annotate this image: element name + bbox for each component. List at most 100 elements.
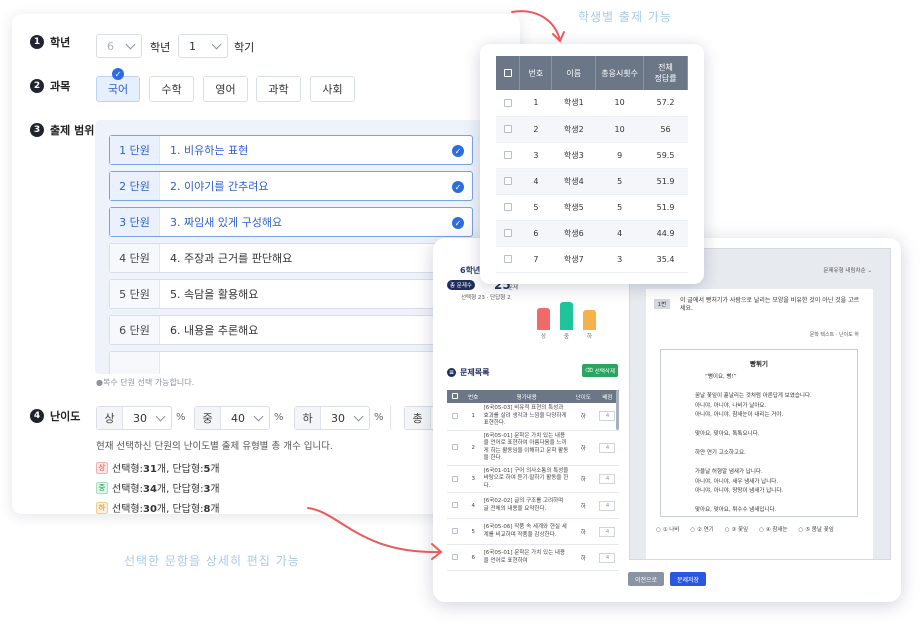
answer-choices: ○ ① 나비 ○ ② 연기 ○ ③ 꽃잎 ○ ④ 참새눈 ○ ⑤ 봄날 꽃잎: [656, 525, 834, 533]
row-checkbox[interactable]: [452, 413, 459, 419]
radio-icon[interactable]: ○: [799, 527, 804, 533]
editor-grade: 6학년: [460, 266, 481, 275]
subject-social-button[interactable]: 사회: [310, 76, 355, 102]
difficulty-level-name: 중: [195, 407, 221, 429]
student-name: 학생7: [551, 246, 596, 273]
row-checkbox-cell[interactable]: [496, 246, 520, 273]
row-checkbox-cell[interactable]: [447, 403, 464, 431]
score-input[interactable]: 4: [599, 500, 616, 511]
question-row[interactable]: 5 [6국05-06] 작품 속 세계와 현실 세계를 비교하며 작품을 감상한다…: [447, 518, 619, 545]
row-checkbox[interactable]: [503, 203, 512, 211]
semester-unit: 학기: [234, 41, 255, 54]
student-row[interactable]: 5 학생5 5 51.9: [496, 194, 688, 221]
row-checkbox-cell[interactable]: [496, 142, 520, 169]
grade-select[interactable]: 6: [96, 34, 142, 58]
select-all-cell[interactable]: [447, 390, 464, 403]
row-checkbox-cell[interactable]: [447, 430, 464, 466]
row-checkbox[interactable]: [503, 98, 512, 107]
unit-number: 1 단원: [110, 136, 160, 164]
difficulty-mid-select[interactable]: 중 40: [194, 406, 270, 430]
semester-select[interactable]: 1: [178, 34, 228, 58]
question-text[interactable]: 이 글에서 빵처기가 사람으로 날리는 모양을 비유한 것이 아닌 것을 고르세…: [680, 297, 860, 313]
level-tag-high: 상: [96, 461, 108, 474]
row-checkbox[interactable]: [503, 255, 512, 263]
row-checkbox[interactable]: [503, 177, 512, 185]
passage-line: “뻥이요, 뻥!”: [705, 374, 737, 380]
score-input[interactable]: 4: [599, 411, 616, 422]
row-checkbox[interactable]: [452, 502, 459, 509]
annotation-top: 학생별 출제 가능: [578, 10, 672, 24]
row-checkbox[interactable]: [452, 554, 459, 561]
difficulty-low-select[interactable]: 하 30: [294, 406, 370, 430]
radio-icon[interactable]: ○: [690, 527, 695, 533]
unit-item-4[interactable]: 4 단원 4. 주장과 근거를 판단해요: [109, 243, 473, 273]
answer-choice[interactable]: ○ ③ 꽃잎: [725, 525, 748, 533]
student-row[interactable]: 4 학생4 5 51.9: [496, 168, 688, 195]
question-list-scrollbar[interactable]: [616, 390, 619, 430]
difficulty-description: 현재 선택하신 단원의 난이도별 출제 유형별 총 개수 입니다.: [96, 441, 333, 452]
radio-icon[interactable]: ○: [759, 527, 764, 533]
radio-icon[interactable]: ○: [725, 527, 730, 533]
row-checkbox[interactable]: [452, 475, 459, 482]
row-checkbox[interactable]: [452, 444, 459, 451]
divider: [390, 406, 391, 430]
prev-button[interactable]: 이전으로: [628, 572, 664, 586]
score-input[interactable]: 4: [599, 473, 616, 484]
row-checkbox-cell[interactable]: [496, 168, 520, 195]
answer-choice[interactable]: ○ ⑤ 봄날 꽃잎: [799, 525, 834, 533]
row-checkbox-cell[interactable]: [447, 465, 464, 493]
prev-button-label: 이전으로: [634, 576, 658, 584]
student-attempts: 5: [595, 194, 644, 221]
subject-english-button[interactable]: 영어: [203, 76, 248, 102]
delete-selected-button[interactable]: ⌫ 선택삭제: [582, 364, 618, 377]
row-checkbox[interactable]: [503, 151, 512, 159]
student-row[interactable]: 7 학생7 3 35.4: [496, 246, 688, 273]
unit-item-3[interactable]: 3 단원 3. 짜임새 있게 구성해요 ✓: [109, 207, 473, 237]
row-checkbox-cell[interactable]: [496, 194, 520, 221]
question-row[interactable]: 1 [6국05-03] 비유적 표현의 특성과 효과를 살려 생각과 느낌을 다양…: [447, 403, 619, 431]
score-input[interactable]: 4: [599, 552, 616, 563]
row-checkbox-cell[interactable]: [496, 220, 520, 247]
unit-item-partial[interactable]: [109, 351, 473, 374]
unit-item-1[interactable]: 1 단원 1. 비유하는 표현 ✓: [109, 135, 473, 165]
subject-science-button[interactable]: 과학: [256, 76, 301, 102]
subject-math-button[interactable]: 수학: [149, 76, 194, 102]
row-checkbox-cell[interactable]: [496, 90, 520, 117]
row-checkbox-cell[interactable]: [496, 116, 520, 143]
student-number: 1: [519, 90, 552, 117]
subject-korean-button[interactable]: ✓ 국어: [96, 68, 140, 102]
score-input[interactable]: 4: [599, 526, 616, 537]
unit-name: 4. 주장과 근거를 판단해요: [170, 252, 293, 265]
row-checkbox[interactable]: [452, 528, 459, 535]
unit-item-2[interactable]: 2 단원 2. 이야기를 간추려요 ✓: [109, 171, 473, 201]
score-input[interactable]: 4: [599, 442, 616, 453]
answer-choice[interactable]: ○ ④ 참새눈: [759, 525, 787, 533]
question-row[interactable]: 2 [6국05-01] 문학은 가치 있는 내용을 언어로 표현하여 아름다움을 …: [447, 430, 619, 466]
unit-number: 2 단원: [110, 172, 160, 200]
select-all-cell[interactable]: [496, 56, 521, 90]
student-row[interactable]: 3 학생3 9 59.5: [496, 142, 688, 169]
passage-line: 가을날 허형알 냄새가 납니다.: [695, 469, 763, 475]
student-row[interactable]: 2 학생2 10 56: [496, 116, 688, 143]
difficulty-high-select[interactable]: 상 30: [96, 406, 172, 430]
answer-choice[interactable]: ○ ② 연기: [690, 525, 713, 533]
row-checkbox[interactable]: [503, 125, 512, 133]
unit-item-6[interactable]: 6 단원 6. 내용을 추론해요: [109, 315, 473, 345]
question-row[interactable]: 6 [6국05-01] 문학은 가치 있는 내용을 언어로 표현하여 하 4: [447, 544, 619, 571]
count-a: 31: [142, 464, 157, 475]
student-row[interactable]: 1 학생1 10 57.2: [496, 90, 688, 117]
student-name: 학생1: [551, 90, 596, 117]
answer-choice[interactable]: ○ ① 나비: [656, 525, 679, 533]
unit-number: [110, 352, 160, 374]
select-all-checkbox[interactable]: [503, 69, 512, 77]
question-row[interactable]: 4 [6국02-02] 글의 구조를 고려하며 글 전체의 내용을 요약한다. 하 4: [447, 492, 619, 519]
passage-line: 하얀 연기 고소하고요.: [695, 450, 746, 456]
radio-icon[interactable]: ○: [656, 527, 661, 533]
question-row[interactable]: 3 [6국01-01] 구어 의사소통의 특성을 바탕으로 하여 듣기·말하기 활…: [447, 465, 619, 493]
save-question-button[interactable]: 문제저장: [670, 572, 706, 586]
sort-dropdown[interactable]: 문제유형 내림차순 ⌄: [823, 266, 872, 274]
select-all-checkbox[interactable]: [452, 393, 459, 400]
unit-item-5[interactable]: 5 단원 5. 속담을 활용해요: [109, 279, 473, 309]
row-checkbox[interactable]: [503, 229, 512, 237]
student-row[interactable]: 6 학생6 4 44.9: [496, 220, 688, 247]
